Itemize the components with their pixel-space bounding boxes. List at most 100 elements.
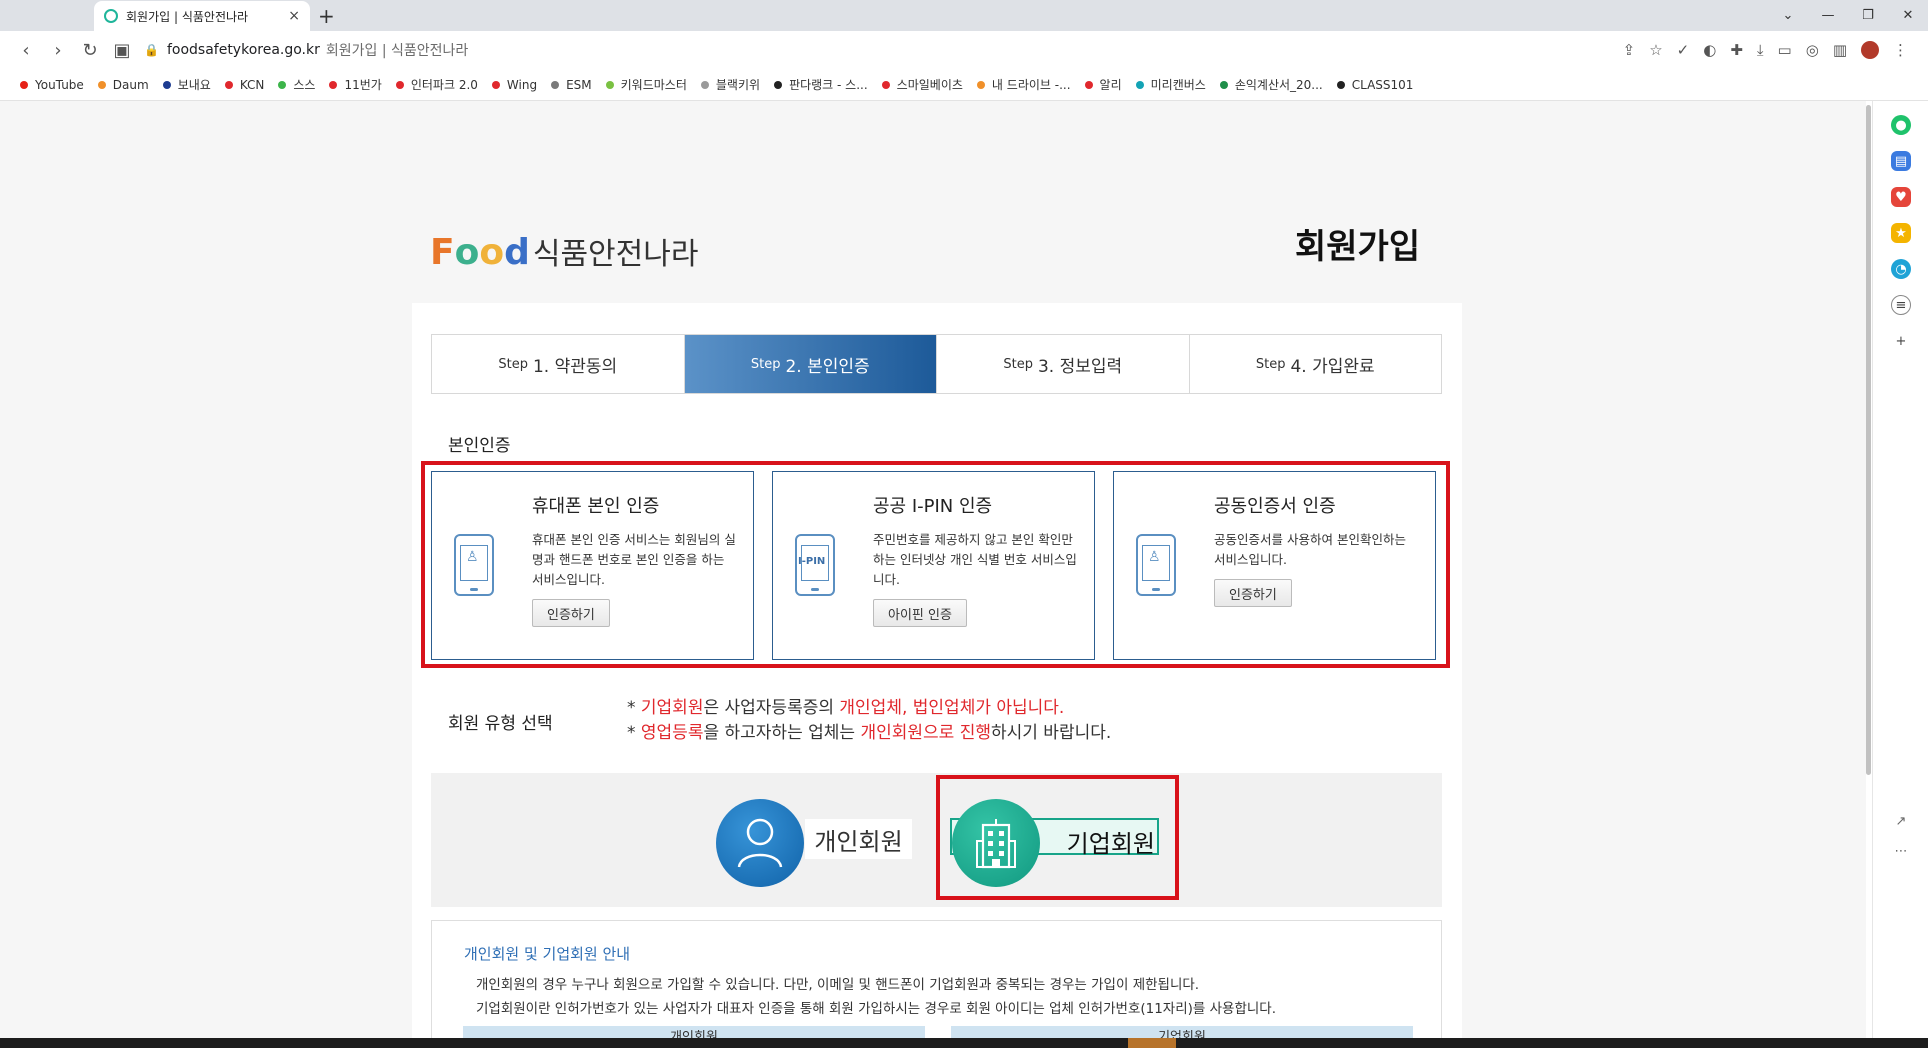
new-tab-button[interactable]: + bbox=[318, 4, 335, 28]
url-domain: foodsafetykorea.go.kr bbox=[166, 42, 320, 58]
corporate-member-label[interactable]: 기업회원 bbox=[1059, 824, 1155, 859]
bookmark-item[interactable]: KCN bbox=[224, 78, 264, 92]
bookmark-item[interactable]: 알리 bbox=[1084, 76, 1122, 93]
site-logo[interactable]: Fo o d 식품안전나라 bbox=[430, 229, 698, 273]
bookmark-item[interactable]: 블랙키위 bbox=[700, 76, 760, 93]
certificate-verify-button[interactable]: 인증하기 bbox=[1214, 579, 1292, 607]
info-tab-corporate[interactable]: 기업회원 bbox=[951, 1026, 1413, 1038]
bookmark-item[interactable]: 스마일베이츠 bbox=[881, 76, 963, 93]
bookmark-label: 11번가 bbox=[344, 78, 382, 92]
feedback-icon[interactable]: ≡ bbox=[1891, 295, 1911, 315]
member-type-label: 회원 유형 선택 bbox=[448, 714, 553, 734]
notice-highlight: 개인업체, 법인업체가 아닙니다. bbox=[839, 698, 1065, 718]
bookmark-item[interactable]: Daum bbox=[97, 78, 149, 92]
back-icon[interactable]: ‹ bbox=[10, 40, 42, 61]
bookmark-item[interactable]: 내 드라이브 -... bbox=[976, 76, 1071, 93]
notice-text: 은 사업자등록증의 bbox=[703, 698, 840, 718]
step-prefix: Step bbox=[1255, 356, 1286, 372]
bookmark-favicon-icon bbox=[329, 80, 338, 89]
favorites-app-icon[interactable]: ★ bbox=[1891, 223, 1911, 243]
reload-icon[interactable]: ↻ bbox=[74, 40, 106, 61]
screenshot-icon[interactable]: ◎ bbox=[1806, 41, 1819, 59]
step-label: 1. 약관동의 bbox=[532, 356, 618, 377]
pinned-tab[interactable] bbox=[8, 5, 88, 31]
corporate-member-highlight: 기업회원 bbox=[936, 775, 1179, 900]
bookmark-item[interactable]: ESM bbox=[551, 78, 592, 92]
cast-icon[interactable]: ▭ bbox=[1778, 41, 1792, 59]
profile-avatar[interactable] bbox=[1861, 41, 1879, 59]
bookmark-item[interactable]: 11번가 bbox=[329, 76, 382, 93]
bookmark-label: 미리캔버스 bbox=[1150, 78, 1206, 92]
url-page-title: 회원가입 | 식품안전나라 bbox=[325, 43, 469, 59]
forward-icon[interactable]: › bbox=[42, 40, 74, 61]
option-title: 공공 I-PIN 인증 bbox=[873, 496, 993, 517]
side-panel-icon[interactable]: ▥ bbox=[1833, 41, 1847, 59]
info-tab-personal[interactable]: 개인회원 bbox=[463, 1026, 925, 1038]
step-prefix: Step bbox=[1003, 356, 1033, 372]
bookmark-label: 알리 bbox=[1099, 78, 1122, 92]
address-bar[interactable]: 🔒 foodsafetykorea.go.kr 회원가입 | 식품안전나라 bbox=[144, 36, 1623, 64]
pocket-app-icon[interactable]: ♥ bbox=[1891, 187, 1911, 207]
bookmark-favicon-icon bbox=[20, 80, 28, 89]
corporate-member-button[interactable] bbox=[952, 799, 1040, 887]
option-title: 공동인증서 인증 bbox=[1214, 496, 1336, 517]
open-external-icon[interactable]: ↗ bbox=[1891, 811, 1911, 831]
bookmark-item[interactable]: CLASS101 bbox=[1336, 78, 1413, 92]
personal-member-label[interactable]: 개인회원 bbox=[805, 819, 912, 859]
scrollbar-thumb[interactable] bbox=[1866, 105, 1871, 775]
member-info-box: 개인회원 및 기업회원 안내 개인회원의 경우 누구나 회원으로 가입할 수 있… bbox=[431, 920, 1442, 1038]
bookmark-label: 인터파크 2.0 bbox=[410, 78, 478, 92]
bookmark-label: YouTube bbox=[35, 77, 84, 92]
bookmark-favicon-icon bbox=[1084, 80, 1093, 89]
calendar-app-icon[interactable]: ▤ bbox=[1891, 151, 1911, 171]
menu-icon[interactable]: ⋮ bbox=[1893, 41, 1908, 59]
bookmark-item[interactable]: 인터파크 2.0 bbox=[395, 76, 478, 93]
bookmark-label: 내 드라이브 -... bbox=[991, 78, 1071, 92]
minimize-icon[interactable]: — bbox=[1808, 8, 1848, 23]
check-extension-icon[interactable]: ✓ bbox=[1677, 41, 1690, 59]
puzzle-icon[interactable]: ✚ bbox=[1730, 41, 1743, 59]
bookmark-favicon-icon bbox=[1135, 80, 1144, 89]
bookmark-star-icon[interactable]: ☆ bbox=[1649, 41, 1662, 59]
building-icon bbox=[976, 819, 1016, 869]
person-icon bbox=[737, 818, 783, 868]
bookmark-favicon-icon bbox=[881, 80, 890, 89]
bookmark-item[interactable]: 보내요 bbox=[162, 76, 211, 93]
phone-verify-button[interactable]: 인증하기 bbox=[532, 599, 610, 627]
logo-letter: d bbox=[504, 232, 530, 273]
bookmark-favicon-icon bbox=[97, 80, 106, 89]
restore-icon[interactable]: ❐ bbox=[1848, 8, 1888, 23]
edge-app-icon[interactable]: ◔ bbox=[1891, 259, 1911, 279]
tab-search-icon[interactable]: ⌄ bbox=[1768, 8, 1808, 23]
more-icon[interactable]: ⋯ bbox=[1891, 841, 1911, 861]
logo-letter: F bbox=[430, 232, 455, 273]
add-app-icon[interactable]: + bbox=[1891, 331, 1911, 351]
chat-app-icon[interactable]: ● bbox=[1891, 115, 1911, 135]
ipin-icon-text: I-PIN bbox=[798, 556, 826, 567]
option-description: 공동인증서를 사용하여 본인확인하는 서비스입니다. bbox=[1214, 532, 1406, 567]
step-4: Step 4. 가입완료 bbox=[1190, 335, 1442, 393]
bookmark-item[interactable]: 판다랭크 - 스... bbox=[774, 76, 868, 93]
bookmark-item[interactable]: 스스 bbox=[278, 76, 315, 93]
close-window-icon[interactable]: ✕ bbox=[1888, 8, 1928, 23]
ipin-verify-button[interactable]: 아이핀 인증 bbox=[873, 599, 967, 627]
page-content: Fo o d 식품안전나라 회원가입 Step 1. 약관동의 Step 2. 본인인증 … bbox=[0, 101, 1866, 1038]
extension-icon[interactable]: ◐ bbox=[1703, 41, 1716, 59]
bookmark-item[interactable]: 미리캔버스 bbox=[1135, 76, 1206, 93]
browser-tab-active[interactable]: 회원가입 | 식품안전나라 × bbox=[94, 1, 310, 31]
share-icon[interactable]: ⇪ bbox=[1623, 41, 1636, 59]
bookmark-item[interactable]: Wing bbox=[491, 78, 537, 92]
notice-highlight: 기업회원 bbox=[640, 698, 704, 718]
download-icon[interactable]: ⤓ bbox=[1757, 41, 1764, 59]
bookmark-favicon-icon bbox=[976, 80, 985, 89]
bookmark-item[interactable]: YouTube bbox=[20, 78, 84, 92]
bookmark-item[interactable]: 키워드마스터 bbox=[605, 76, 687, 93]
reader-icon[interactable]: ▣ bbox=[106, 40, 138, 61]
close-tab-icon[interactable]: × bbox=[288, 8, 300, 24]
personal-member-button[interactable] bbox=[716, 799, 804, 887]
bookmark-label: 판다랭크 - 스... bbox=[789, 78, 868, 92]
lock-icon[interactable]: 🔒 bbox=[144, 43, 159, 57]
ipin-phone-icon: I-PIN bbox=[795, 534, 835, 596]
bookmark-item[interactable]: 손익계산서_20... bbox=[1219, 76, 1323, 93]
site-favicon-icon bbox=[104, 9, 118, 23]
